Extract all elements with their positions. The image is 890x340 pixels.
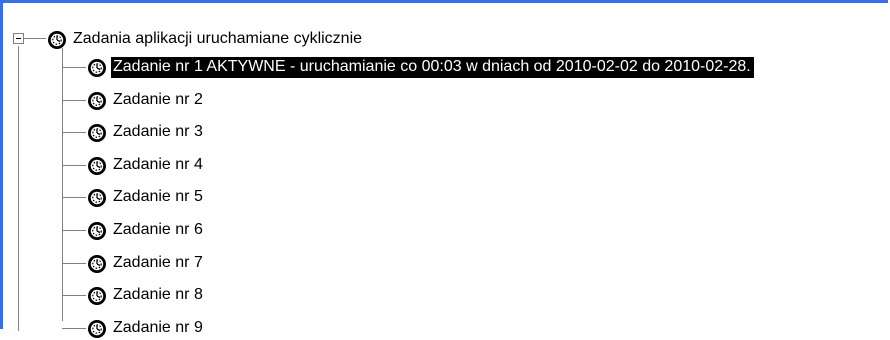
tree-branch-line	[62, 132, 86, 133]
tree-item-label: Zadanie nr 1 AKTYWNE - uruchamianie co 0…	[111, 57, 754, 78]
tree-root-label: Zadania aplikacji uruchamiane cyklicznie	[73, 30, 363, 47]
tree-item-task-7[interactable]: Zadanie nr 7	[87, 252, 206, 275]
tree-item-task-1[interactable]: Zadanie nr 1 AKTYWNE - uruchamianie co 0…	[87, 56, 754, 79]
minus-icon	[16, 38, 21, 39]
tree-item-label: Zadanie nr 7	[113, 254, 203, 271]
tree-branch-line	[62, 328, 86, 329]
clock-icon	[88, 123, 106, 142]
tree-branch-line	[62, 165, 86, 166]
clock-icon	[88, 286, 106, 305]
tree-branch-line	[24, 38, 46, 39]
clock-icon	[88, 91, 106, 110]
clock-icon	[88, 254, 106, 273]
tree-branch-line	[62, 67, 86, 68]
clock-icon	[88, 58, 106, 77]
tree-item-task-8[interactable]: Zadanie nr 8	[87, 284, 206, 307]
clock-icon	[88, 319, 106, 338]
tree-item-task-4[interactable]: Zadanie nr 4	[87, 154, 206, 177]
clock-icon	[48, 30, 66, 49]
tree-item-label: Zadanie nr 5	[113, 188, 203, 205]
tree-root-node[interactable]: Zadania aplikacji uruchamiane cyklicznie	[47, 28, 365, 51]
clock-icon	[88, 156, 106, 175]
task-tree[interactable]: Zadania aplikacji uruchamiane cyklicznie…	[0, 0, 890, 338]
tree-branch-line	[62, 263, 86, 264]
tree-item-task-5[interactable]: Zadanie nr 5	[87, 186, 206, 209]
tree-branch-line	[62, 197, 86, 198]
tree-guide-line	[18, 46, 19, 331]
collapse-toggle[interactable]	[13, 33, 24, 44]
tree-item-task-9[interactable]: Zadanie nr 9	[87, 317, 206, 340]
tree-item-label: Zadanie nr 3	[113, 123, 203, 140]
tree-branch-line	[62, 295, 86, 296]
tree-branch-line	[62, 100, 86, 101]
tree-item-task-6[interactable]: Zadanie nr 6	[87, 219, 206, 242]
tree-guide-line	[62, 48, 63, 321]
tree-branch-line	[62, 230, 86, 231]
tree-item-task-2[interactable]: Zadanie nr 2	[87, 89, 206, 112]
clock-icon	[88, 221, 106, 240]
tree-item-task-3[interactable]: Zadanie nr 3	[87, 121, 206, 144]
tree-item-label: Zadanie nr 9	[113, 319, 203, 336]
tree-item-label: Zadanie nr 8	[113, 286, 203, 303]
clock-icon	[88, 188, 106, 207]
tree-item-label: Zadanie nr 2	[113, 91, 203, 108]
tree-item-label: Zadanie nr 4	[113, 156, 203, 173]
tree-item-label: Zadanie nr 6	[113, 221, 203, 238]
